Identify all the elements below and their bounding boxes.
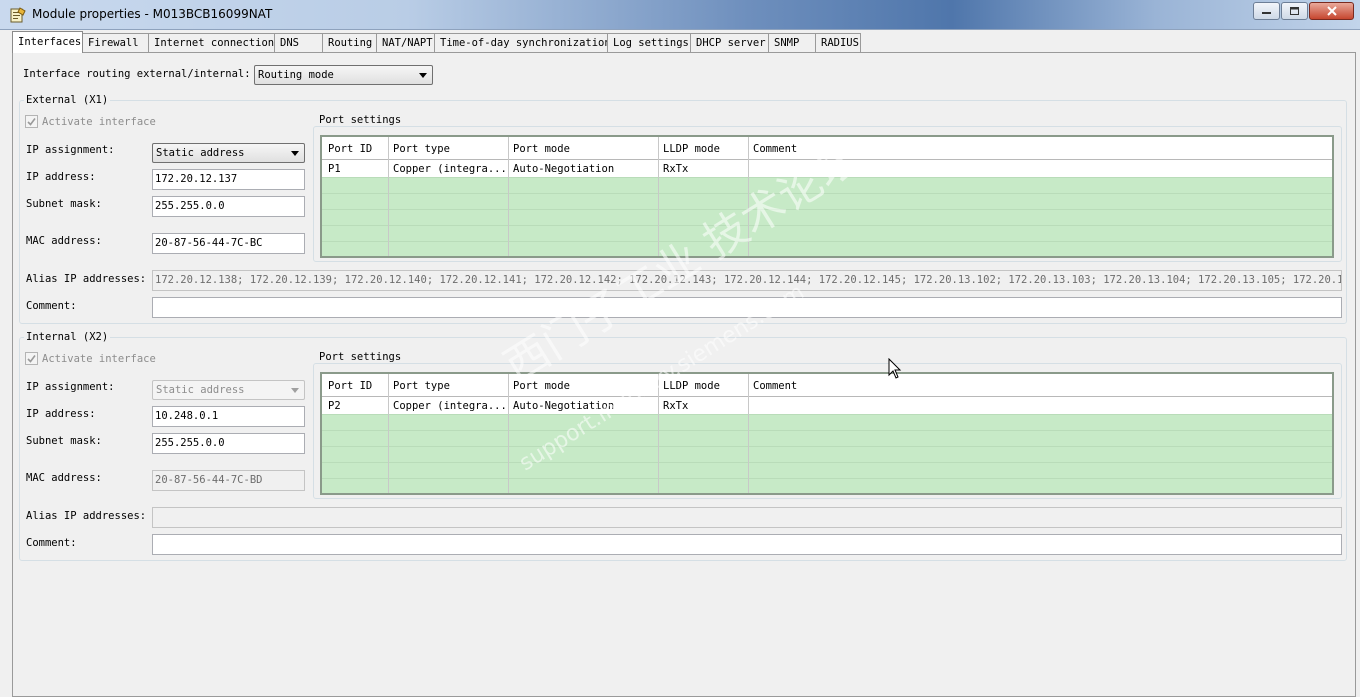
cell-port-type: Copper (integra...	[393, 163, 505, 175]
external-port-table[interactable]: Port ID Port type Port mode LLDP mode Co…	[320, 135, 1334, 258]
column-header-port-id[interactable]: Port ID	[328, 380, 372, 392]
external-ip-address-input[interactable]: 172.20.12.137	[152, 169, 305, 190]
external-subnet-label: Subnet mask:	[26, 198, 102, 210]
chevron-down-icon	[419, 73, 427, 78]
column-header-port-type[interactable]: Port type	[393, 380, 450, 392]
column-header-port-type[interactable]: Port type	[393, 143, 450, 155]
maximize-button[interactable]	[1281, 2, 1308, 20]
internal-activate-checkbox[interactable]: Activate interface	[25, 352, 156, 365]
mouse-cursor-icon	[888, 358, 902, 379]
internal-ip-assignment-label: IP assignment:	[26, 381, 115, 393]
module-properties-icon	[10, 7, 26, 23]
tab-time-of-day-synchronization[interactable]: Time-of-day synchronization	[434, 33, 611, 53]
internal-subnet-input[interactable]: 255.255.0.0	[152, 433, 305, 454]
external-port-settings-title: Port settings	[317, 114, 404, 126]
external-mac-label: MAC address:	[26, 235, 102, 247]
checkmark-icon	[25, 352, 38, 365]
cell-lldp-mode: RxTx	[663, 400, 689, 412]
column-header-comment[interactable]: Comment	[753, 143, 797, 155]
internal-ip-assignment-select[interactable]: Static address	[152, 380, 305, 400]
internal-comment-input[interactable]	[152, 534, 1342, 555]
external-ip-assignment-select[interactable]: Static address	[152, 143, 305, 163]
internal-ip-assignment-value: Static address	[156, 384, 245, 396]
title-bar[interactable]: Module properties - M013BCB16099NAT	[0, 0, 1360, 30]
column-header-lldp-mode[interactable]: LLDP mode	[663, 143, 720, 155]
external-ip-address-label: IP address:	[26, 171, 96, 183]
close-button[interactable]	[1309, 2, 1354, 20]
external-ip-assignment-label: IP assignment:	[26, 144, 115, 156]
external-group-title: External (X1)	[24, 94, 111, 106]
chevron-down-icon	[291, 388, 299, 393]
external-subnet-input[interactable]: 255.255.0.0	[152, 196, 305, 217]
tab-radius[interactable]: RADIUS	[815, 33, 861, 53]
internal-mac-label: MAC address:	[26, 472, 102, 484]
tab-interfaces[interactable]: Interfaces	[12, 31, 83, 53]
external-ip-assignment-value: Static address	[156, 147, 245, 159]
cell-port-id: P2	[328, 400, 341, 412]
internal-alias-label: Alias IP addresses:	[26, 510, 147, 522]
tab-dhcp-server[interactable]: DHCP server	[690, 33, 769, 53]
tab-snmp[interactable]: SNMP	[768, 33, 816, 53]
internal-mac-input[interactable]: 20-87-56-44-7C-BD	[152, 470, 305, 491]
column-header-lldp-mode[interactable]: LLDP mode	[663, 380, 720, 392]
internal-comment-label: Comment:	[26, 537, 77, 549]
maximize-icon	[1289, 6, 1299, 15]
routing-mode-select[interactable]: Routing mode	[254, 65, 433, 85]
cell-port-mode: Auto-Negotiation	[513, 400, 615, 412]
external-comment-label: Comment:	[26, 300, 77, 312]
internal-port-table[interactable]: Port ID Port type Port mode LLDP mode Co…	[320, 372, 1334, 495]
window-title: Module properties - M013BCB16099NAT	[32, 7, 273, 21]
internal-ip-address-label: IP address:	[26, 408, 96, 420]
minimize-icon	[1261, 12, 1271, 14]
tab-dns[interactable]: DNS	[274, 33, 323, 53]
internal-activate-label: Activate interface	[42, 352, 156, 365]
internal-group-title: Internal (X2)	[24, 331, 111, 343]
cell-port-id: P1	[328, 163, 341, 175]
tab-nat-napt[interactable]: NAT/NAPT	[376, 33, 435, 53]
internal-subnet-label: Subnet mask:	[26, 435, 102, 447]
external-mac-input[interactable]: 20-87-56-44-7C-BC	[152, 233, 305, 254]
table-header	[322, 374, 1332, 397]
cell-port-mode: Auto-Negotiation	[513, 163, 615, 175]
external-activate-checkbox[interactable]: Activate interface	[25, 115, 156, 128]
close-icon	[1326, 6, 1337, 16]
internal-alias-input[interactable]	[152, 507, 1342, 528]
chevron-down-icon	[291, 151, 299, 156]
checkmark-icon	[25, 115, 38, 128]
internal-port-settings-title: Port settings	[317, 351, 404, 363]
column-header-port-mode[interactable]: Port mode	[513, 143, 570, 155]
table-header	[322, 137, 1332, 160]
cell-port-type: Copper (integra...	[393, 400, 505, 412]
tab-firewall[interactable]: Firewall	[82, 33, 149, 53]
internal-ip-address-input[interactable]: 10.248.0.1	[152, 406, 305, 427]
column-header-port-id[interactable]: Port ID	[328, 143, 372, 155]
cell-lldp-mode: RxTx	[663, 163, 689, 175]
tab-strip: Interfaces Firewall Internet connection …	[12, 31, 861, 53]
external-alias-label: Alias IP addresses:	[26, 273, 147, 285]
external-comment-input[interactable]	[152, 297, 1342, 318]
column-header-comment[interactable]: Comment	[753, 380, 797, 392]
tab-log-settings[interactable]: Log settings	[607, 33, 691, 53]
external-alias-input[interactable]: 172.20.12.138; 172.20.12.139; 172.20.12.…	[152, 270, 1342, 291]
column-header-port-mode[interactable]: Port mode	[513, 380, 570, 392]
routing-label: Interface routing external/internal:	[23, 68, 251, 80]
minimize-button[interactable]	[1253, 2, 1280, 20]
tab-internet-connection[interactable]: Internet connection	[148, 33, 275, 53]
tab-routing[interactable]: Routing	[322, 33, 377, 53]
routing-mode-value: Routing mode	[258, 69, 334, 81]
external-activate-label: Activate interface	[42, 115, 156, 128]
